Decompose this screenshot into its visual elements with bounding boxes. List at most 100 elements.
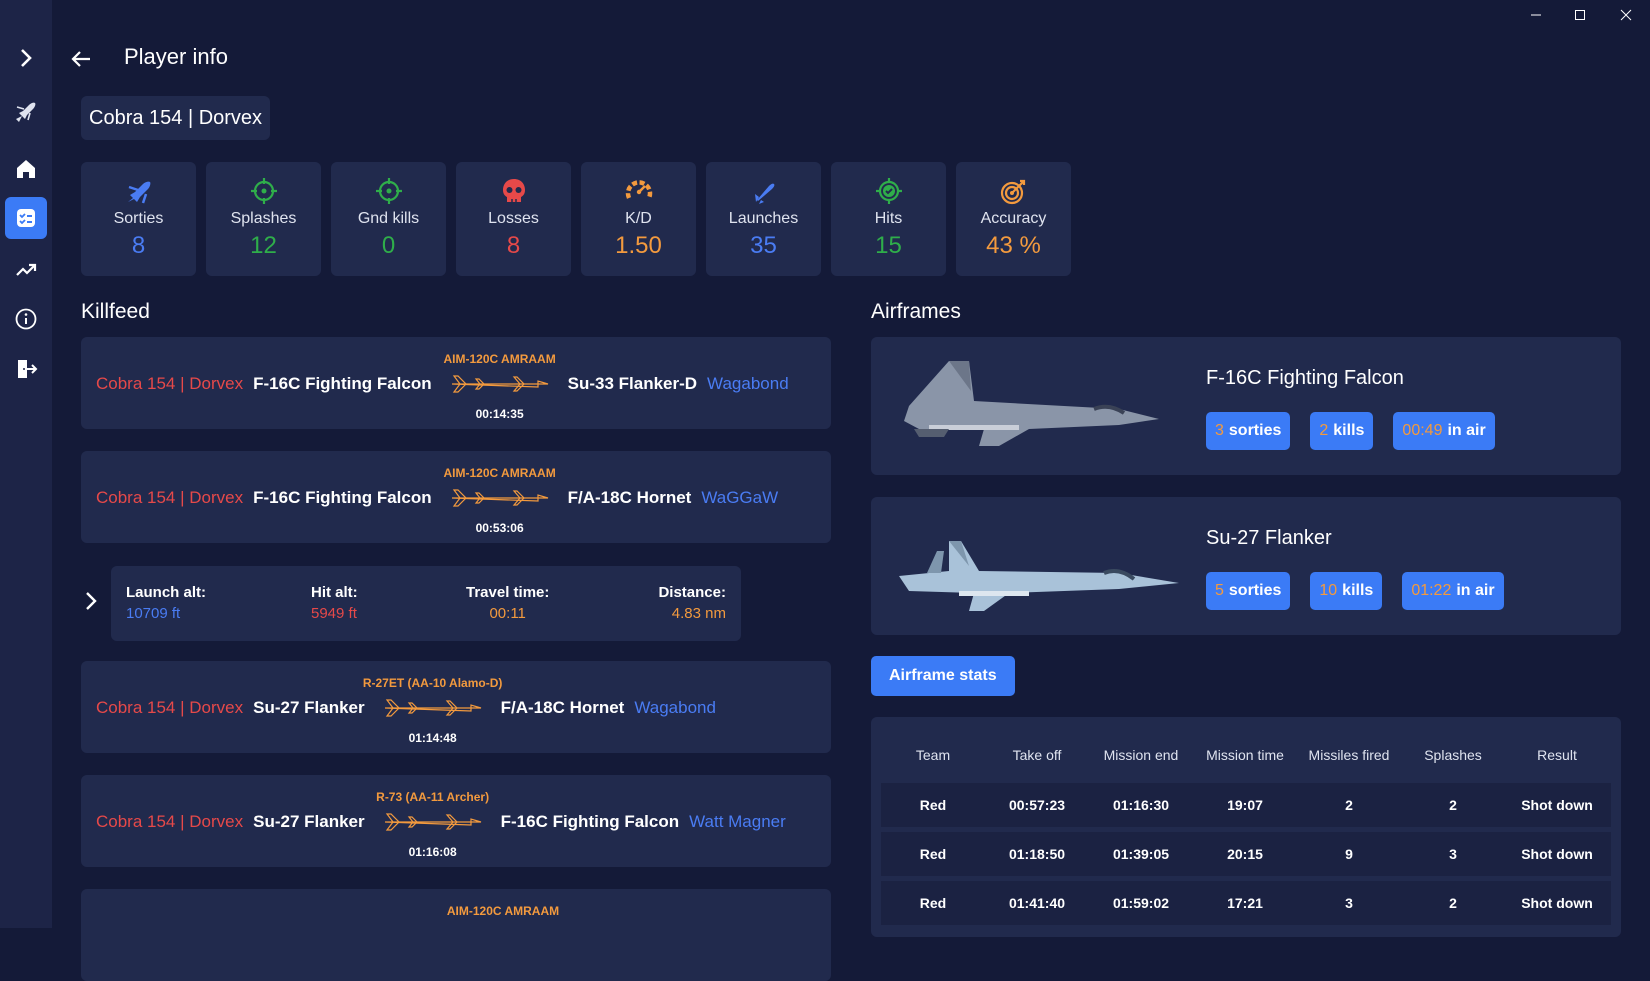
killer-aircraft: F-16C Fighting Falcon [253, 374, 432, 393]
column-header: Missiles fired [1308, 747, 1390, 763]
maximize-button[interactable] [1558, 4, 1602, 26]
target-check-icon [875, 178, 902, 204]
stat-label: K/D [625, 210, 652, 227]
kills-badge: 10 kills [1310, 572, 1383, 610]
kill-time: 01:16:08 [408, 845, 457, 859]
stat-card-accuracy: Accuracy 43 % [956, 162, 1071, 276]
table-cell: Red [919, 797, 947, 813]
air-time-badge: 00:49 in air [1393, 412, 1495, 450]
stat-card-k-d: K/D 1.50 [581, 162, 696, 276]
airframe-card-su27[interactable]: Su-27 Flanker 5 sorties 10 kills 01:22 in a… [871, 497, 1621, 635]
sidebar [0, 0, 52, 928]
stat-label: Launches [728, 210, 799, 227]
stat-label: Splashes [230, 210, 297, 227]
player-list-icon[interactable] [5, 197, 47, 239]
stat-label: Sorties [113, 210, 164, 227]
stat-card-hits: Hits 15 [831, 162, 946, 276]
killfeed-item[interactable]: R-73 (AA-11 Archer) Cobra 154 | Dorvex Su-… [81, 775, 831, 867]
table-cell: 2 [1345, 797, 1353, 813]
travel-time: Travel time: 00:11 [466, 584, 550, 622]
table-cell: 00:57:23 [1008, 797, 1066, 813]
f16-aircraft-image [904, 361, 1159, 446]
table-cell: 3 [1345, 895, 1353, 911]
table-cell: 2 [1449, 797, 1457, 813]
trend-chart-icon[interactable] [5, 248, 47, 290]
killfeed-title: Killfeed [81, 300, 150, 323]
killfeed-item[interactable]: AIM-120C AMRAAM [81, 889, 831, 981]
killer-name: Cobra 154 | Dorvex [96, 374, 244, 393]
airframes-title: Airframes [871, 300, 961, 323]
table-row[interactable]: Red 01:18:50 01:39:05 20:15 9 3 Shot down [881, 832, 1611, 876]
weapon-name: AIM-120C AMRAAM [443, 352, 556, 366]
column-header: Result [1537, 747, 1577, 763]
weapon-name: AIM-120C AMRAAM [443, 466, 556, 480]
weapon-name: R-73 (AA-11 Archer) [376, 790, 490, 804]
hit-alt: Hit alt: 5949 ft [311, 584, 358, 622]
stat-label: Losses [488, 210, 539, 227]
missile-arrow-icon [451, 489, 548, 507]
weapon-name: AIM-120C AMRAAM [446, 904, 560, 918]
table-cell: 2 [1449, 895, 1457, 911]
table-cell: 3 [1449, 846, 1457, 862]
table-cell: 01:39:05 [1112, 846, 1170, 862]
sorties-table: Team Take off Mission end Mission time Missi… [871, 717, 1621, 937]
app-logo-jet-icon[interactable] [5, 90, 47, 132]
collapse-chevron-icon[interactable] [80, 590, 102, 612]
stat-label: Gnd kills [357, 210, 420, 227]
victim-name: Wagabond [634, 698, 716, 717]
killer-aircraft: F-16C Fighting Falcon [253, 488, 432, 507]
airframe-name: Su-27 Flanker [1206, 527, 1332, 549]
sorties-badge: 5 sorties [1206, 572, 1291, 610]
table-cell: 17:21 [1227, 895, 1263, 911]
stat-label: Hits [874, 210, 903, 227]
stat-card-launches: Launches 35 [706, 162, 821, 276]
killer-aircraft: Su-27 Flanker [253, 698, 365, 717]
killfeed-item[interactable]: R-27ET (AA-10 Alamo-D) Cobra 154 | Dorvex… [81, 661, 831, 753]
back-arrow-icon [71, 51, 90, 67]
airframe-card-f16[interactable]: F-16C Fighting Falcon 3 sorties 2 kills 00… [871, 337, 1621, 475]
minimize-button[interactable] [1514, 4, 1558, 26]
victim-name: Wagabond [707, 374, 789, 393]
stat-value: 0 [381, 232, 396, 259]
back-button[interactable] [68, 46, 94, 72]
expand-chevron-icon[interactable] [5, 37, 47, 79]
table-header: Team Take off Mission end Mission time Missi… [881, 747, 1611, 763]
killer-name: Cobra 154 | Dorvex [96, 812, 244, 831]
stat-card-sorties: Sorties 8 [81, 162, 196, 276]
stat-label: Accuracy [980, 210, 1047, 227]
exit-icon[interactable] [5, 348, 47, 390]
stat-value: 8 [506, 232, 521, 259]
maximize-icon [1575, 10, 1585, 20]
launch-alt: Launch alt: 10709 ft [126, 584, 207, 622]
table-cell: 01:41:40 [1008, 895, 1066, 911]
bullseye-icon [1000, 179, 1025, 205]
victim-name: Watt Magner [689, 812, 786, 831]
stat-card-splashes: Splashes 12 [206, 162, 321, 276]
kill-time: 00:14:35 [475, 407, 524, 421]
victim-aircraft: Su-33 Flanker-D [567, 374, 698, 393]
missile-arrow-icon [384, 813, 481, 831]
page-title: Player info [124, 44, 228, 69]
close-button[interactable] [1604, 4, 1648, 26]
airframe-stats-button[interactable]: Airframe stats [871, 656, 1015, 696]
victim-aircraft: F/A-18C Hornet [567, 488, 692, 507]
table-row[interactable]: Red 01:41:40 01:59:02 17:21 3 2 Shot down [881, 881, 1611, 925]
shot-detail-panel: Launch alt: 10709 ft Hit alt: 5949 ft Tr… [111, 566, 741, 641]
table-cell: Red [919, 846, 947, 862]
table-cell: Red [919, 895, 947, 911]
stat-value: 43 % [986, 232, 1041, 259]
stat-value: 35 [750, 232, 777, 259]
stat-card-losses: Losses 8 [456, 162, 571, 276]
table-cell: Shot down [1521, 846, 1593, 862]
table-row[interactable]: Red 00:57:23 01:16:30 19:07 2 2 Shot down [881, 783, 1611, 827]
killfeed-item[interactable]: AIM-120C AMRAAM Cobra 154 | Dorvex F-16C F… [81, 451, 831, 543]
stat-value: 1.50 [615, 232, 662, 259]
home-icon[interactable] [5, 148, 47, 190]
stat-value: 15 [875, 232, 902, 259]
table-cell: Shot down [1521, 895, 1593, 911]
table-cell: 01:18:50 [1008, 846, 1066, 862]
stat-value: 12 [250, 232, 277, 259]
column-header: Team [915, 747, 951, 763]
killfeed-item[interactable]: AIM-120C AMRAAM Cobra 154 | Dorvex F-16C F… [81, 337, 831, 429]
info-icon[interactable] [5, 298, 47, 340]
